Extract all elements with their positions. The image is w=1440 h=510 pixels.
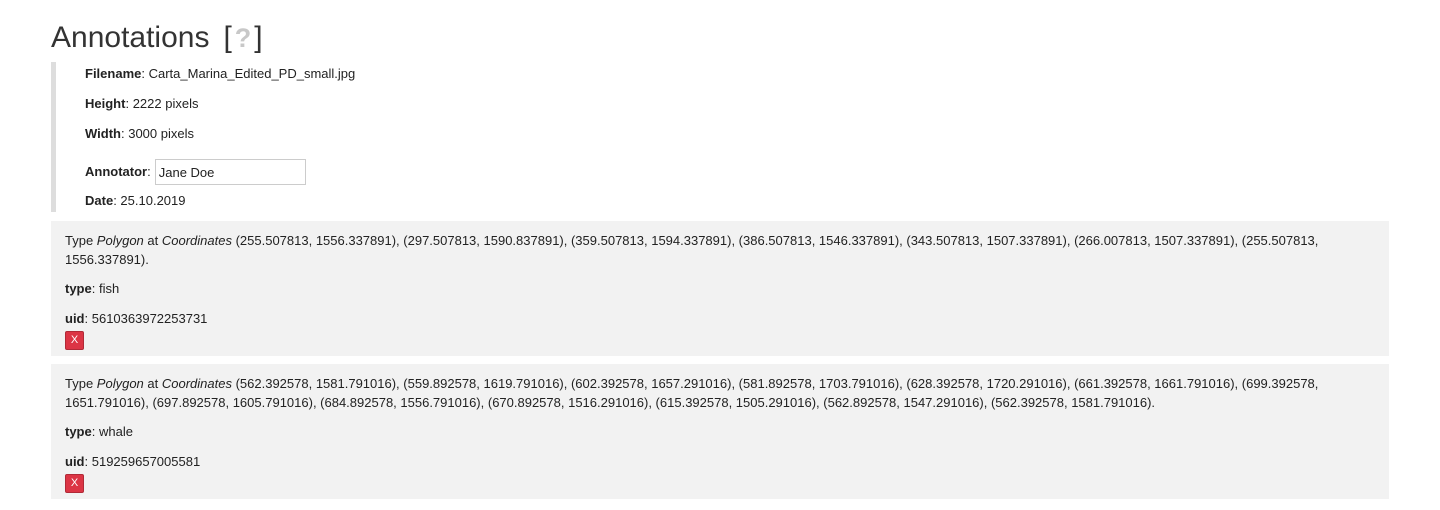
type-label: type bbox=[65, 281, 92, 296]
date-label: Date bbox=[85, 193, 114, 208]
filename-value: Carta_Marina_Edited_PD_small.jpg bbox=[148, 66, 356, 81]
page-title: Annotations [?] bbox=[51, 18, 263, 58]
help-bracket-open: [ bbox=[223, 21, 232, 54]
image-metadata: Filename: Carta_Marina_Edited_PD_small.j… bbox=[51, 62, 451, 212]
annotation-item: Type Polygon at Coordinates (562.392578,… bbox=[51, 364, 1389, 499]
height-row: Height: 2222 pixels bbox=[85, 96, 199, 111]
uid-value: 5610363972253731 bbox=[91, 311, 208, 326]
annotation-coordinates: Type Polygon at Coordinates (562.392578,… bbox=[65, 374, 1329, 412]
at-word: at bbox=[143, 233, 162, 248]
annotation-coordinates: Type Polygon at Coordinates (255.507813,… bbox=[65, 231, 1329, 269]
uid-value: 519259657005581 bbox=[91, 454, 201, 469]
annotation-uid: uid: 519259657005581 bbox=[65, 454, 201, 469]
width-label: Width bbox=[85, 126, 121, 141]
type-prefix: Type bbox=[65, 233, 97, 248]
height-value: 2222 pixels bbox=[132, 96, 199, 111]
width-row: Width: 3000 pixels bbox=[85, 126, 194, 141]
filename-label: Filename bbox=[85, 66, 142, 81]
at-word: at bbox=[143, 376, 162, 391]
type-prefix: Type bbox=[65, 376, 97, 391]
annotations-page: Annotations [?] Filename: Carta_Marina_Ed… bbox=[0, 0, 1440, 510]
shape-name: Polygon bbox=[96, 376, 144, 391]
uid-label: uid bbox=[65, 311, 85, 326]
help-link[interactable]: [?] bbox=[223, 21, 262, 54]
annotator-row: Annotator: bbox=[85, 159, 306, 185]
type-value: fish bbox=[98, 281, 120, 296]
type-label: type bbox=[65, 424, 92, 439]
annotation-item: Type Polygon at Coordinates (255.507813,… bbox=[51, 221, 1389, 356]
height-label: Height bbox=[85, 96, 126, 111]
date-row: Date: 25.10.2019 bbox=[85, 193, 186, 208]
type-value: whale bbox=[98, 424, 133, 439]
annotation-type: type: whale bbox=[65, 424, 133, 439]
coordinates-value: (562.392578, 1581.791016), (559.892578, … bbox=[65, 376, 1319, 410]
coordinates-value: (255.507813, 1556.337891), (297.507813, … bbox=[65, 233, 1319, 267]
filename-row: Filename: Carta_Marina_Edited_PD_small.j… bbox=[85, 66, 356, 81]
help-bracket-close: ] bbox=[254, 21, 263, 54]
coordinates-label: Coordinates bbox=[161, 376, 232, 391]
annotator-input[interactable] bbox=[154, 159, 306, 185]
delete-annotation-button[interactable]: X bbox=[65, 474, 84, 493]
annotation-uid: uid: 5610363972253731 bbox=[65, 311, 208, 326]
annotator-label: Annotator bbox=[85, 164, 148, 179]
annotation-type: type: fish bbox=[65, 281, 120, 296]
width-value: 3000 pixels bbox=[128, 126, 194, 141]
date-value: 25.10.2019 bbox=[120, 193, 186, 208]
page-title-text: Annotations bbox=[51, 21, 210, 54]
help-icon[interactable]: ? bbox=[235, 23, 252, 53]
shape-name: Polygon bbox=[96, 233, 144, 248]
delete-annotation-button[interactable]: X bbox=[65, 331, 84, 350]
uid-label: uid bbox=[65, 454, 85, 469]
coordinates-label: Coordinates bbox=[161, 233, 232, 248]
